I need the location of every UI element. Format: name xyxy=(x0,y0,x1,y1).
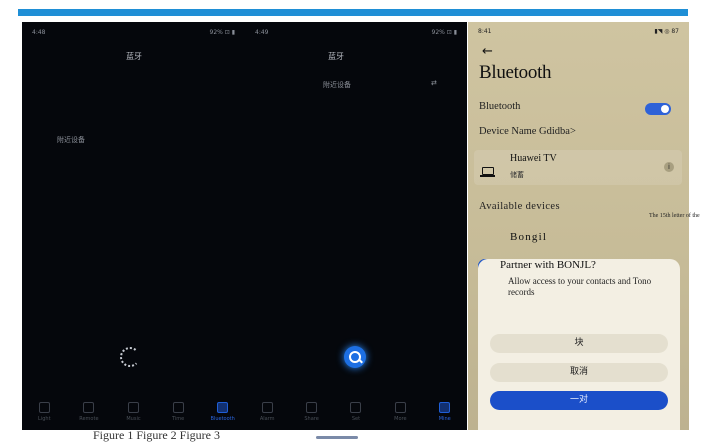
status-icons: ▮◥ ◎ 87 xyxy=(654,28,679,35)
bottom-nav: Light Remote Music Time Bluetooth xyxy=(22,394,245,430)
light-icon xyxy=(38,402,50,413)
nav-label: Remote xyxy=(79,416,99,422)
nearby-devices-label: 附近设备 xyxy=(323,81,351,89)
bluetooth-label: Bluetooth xyxy=(479,101,521,112)
pair-button[interactable]: 一对 xyxy=(490,391,668,410)
nav-label: Bluetooth xyxy=(210,416,235,422)
figure-caption: Figure 1 Figure 2 Figure 3 xyxy=(93,428,220,442)
phone-screen-1: 4:48 92% ⊡ ▮ 蓝牙 附近设备 Light Remote Music … xyxy=(22,22,245,430)
nav-label: Set xyxy=(351,416,361,422)
status-icons: 92% ⊡ ▮ xyxy=(431,29,457,36)
nav-item-remote[interactable]: Remote xyxy=(67,402,112,422)
pairing-dialog: Partner with BONJL? Allow access to your… xyxy=(478,259,680,430)
nav-label: More xyxy=(394,416,407,422)
nav-label: Mine xyxy=(438,416,451,422)
top-accent-bar xyxy=(18,9,688,16)
cancel-button[interactable]: 取消 xyxy=(490,363,668,382)
profile-icon xyxy=(439,402,451,413)
available-device-name[interactable]: Bongil xyxy=(510,231,547,243)
nav-label: Alarm xyxy=(259,416,275,422)
dialog-option-button[interactable]: 块 xyxy=(490,334,668,353)
status-time: 4:49 xyxy=(255,29,269,36)
nav-label: Light xyxy=(38,416,51,422)
bottom-nav: Alarm Share Set More Mine xyxy=(245,394,467,430)
nav-label: Share xyxy=(304,416,319,422)
nav-item-light[interactable]: Light xyxy=(22,402,67,422)
device-name-row[interactable]: Device Name Gdidba> xyxy=(479,126,576,137)
nav-item-share[interactable]: Share xyxy=(289,402,333,422)
nav-item-music[interactable]: Music xyxy=(111,402,156,422)
screen-title: 蓝牙 xyxy=(328,52,344,61)
loading-spinner-icon xyxy=(120,347,140,367)
search-button[interactable] xyxy=(344,346,366,368)
dialog-title: Partner with BONJL? xyxy=(500,259,596,271)
caption-underline xyxy=(316,436,358,439)
nearby-devices-label: 附近设备 xyxy=(57,136,85,144)
status-bar: 8:41 ▮◥ ◎ 87 xyxy=(478,28,679,35)
nav-label: Time xyxy=(171,416,185,422)
laptop-icon xyxy=(480,167,495,177)
refresh-icon[interactable]: ⇄ xyxy=(431,79,437,87)
settings-icon xyxy=(350,402,362,413)
more-icon xyxy=(394,402,406,413)
status-time: 4:48 xyxy=(32,29,46,36)
status-time: 8:41 xyxy=(478,28,492,35)
nav-item-bluetooth[interactable]: Bluetooth xyxy=(200,402,245,422)
dialog-message: Allow access to your contacts and Tono r… xyxy=(508,276,652,297)
nav-item-time[interactable]: Time xyxy=(156,402,201,422)
nav-label: Music xyxy=(126,416,141,422)
available-devices-header: Available devices xyxy=(479,201,560,212)
back-arrow-icon[interactable]: ← xyxy=(482,44,493,59)
phone-screen-2: 4:49 92% ⊡ ▮ 蓝牙 附近设备 ⇄ Alarm Share Set M… xyxy=(245,22,467,430)
bluetooth-icon xyxy=(217,402,229,413)
bluetooth-toggle[interactable] xyxy=(645,103,671,115)
music-icon xyxy=(127,402,139,413)
side-caption: The 15th letter of the xyxy=(649,213,700,219)
screen-title: 蓝牙 xyxy=(126,52,142,61)
device-status: 储蓄 xyxy=(510,171,524,179)
device-name: Huawei TV xyxy=(510,153,557,164)
nav-item-more[interactable]: More xyxy=(378,402,422,422)
paired-device-row[interactable]: Huawei TV 储蓄 i xyxy=(474,150,682,185)
alarm-icon xyxy=(261,402,273,413)
remote-icon xyxy=(83,402,95,413)
status-icons: 92% ⊡ ▮ xyxy=(209,29,235,36)
clock-icon xyxy=(172,402,184,413)
nav-item-alarm[interactable]: Alarm xyxy=(245,402,289,422)
phone-screen-3: 8:41 ▮◥ ◎ 87 ← Bluetooth Bluetooth Devic… xyxy=(468,22,689,430)
nav-item-mine[interactable]: Mine xyxy=(423,402,467,422)
info-icon[interactable]: i xyxy=(664,162,674,172)
share-icon xyxy=(306,402,318,413)
nav-item-set[interactable]: Set xyxy=(334,402,378,422)
page-title: Bluetooth xyxy=(479,62,552,83)
